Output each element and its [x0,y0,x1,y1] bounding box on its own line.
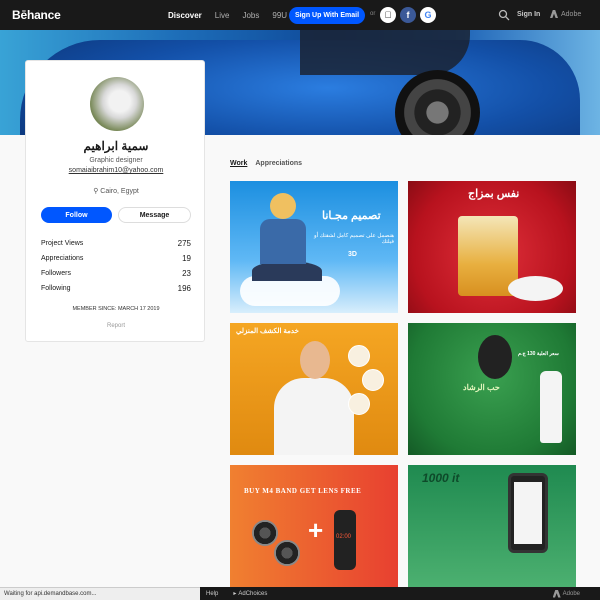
facebook-signin-button[interactable]: f [400,7,416,23]
project-heading: خدمة الكشف المنزلي [236,328,299,335]
project-price: سعر العلبة 130 ج.م [518,351,559,357]
google-signin-button[interactable]: G [420,7,436,23]
search-icon[interactable] [498,9,510,21]
profile-name: سمية ابراهيم [83,139,149,153]
profile-email-link[interactable]: somaiaibrahim10@yahoo.com [26,167,206,174]
tab-appreciations[interactable]: Appreciations [255,160,302,167]
doctor-coat-graphic [274,378,354,455]
signin-link[interactable]: Sign In [517,11,540,18]
city-graphic [252,261,322,281]
watch-time: 02:00 [336,534,352,540]
organ-icon [362,369,384,391]
adobe-icon [552,589,561,598]
project-heading: حب الرشاد [463,383,500,392]
project-card[interactable]: حب الرشاد سعر العلبة 130 ج.م [408,323,576,455]
project-subtext: هنصمل على تصميم كامل لشقتك أو فيلتك [313,233,394,245]
profile-title: Graphic designer [89,157,143,164]
profile-location: ⚲ Cairo, Egypt [26,187,206,195]
project-heading: 1000 it [422,471,460,485]
stat-label: Followers [41,270,71,277]
adchoices-icon: ▸ [233,591,237,597]
avatar[interactable] [90,77,144,131]
google-icon: G [424,10,432,20]
stat-project-views: Project Views 275 [41,236,191,251]
stat-value: 196 [177,284,191,293]
adobe-icon [550,10,558,18]
follow-button[interactable]: Follow [41,207,112,223]
plus-graphic: + [308,515,324,545]
page-footer: Help ▸ AdChoices Adobe [200,587,600,600]
signup-email-button[interactable]: Sign Up With Email [289,7,365,24]
stat-value: 19 [182,254,191,263]
lens-graphic [274,540,300,566]
or-label: or [370,11,376,17]
project-card[interactable]: نفس بمزاج [408,181,576,313]
banner-car-window [300,30,470,75]
project-heading: BUY M4 BAND GET LENS FREE [244,487,362,495]
profile-stats: Project Views 275 Appreciations 19 Follo… [41,236,191,296]
project-card[interactable]: تصميم مجـانا هنصمل على تصميم كامل لشقتك … [230,181,398,313]
organ-icon [348,345,370,367]
worker-graphic [260,219,306,264]
location-pin-icon: ⚲ [93,188,99,195]
stat-appreciations: Appreciations 19 [41,251,191,266]
smartwatch-graphic: 02:00 [334,510,356,570]
phone-screen-graphic [514,482,542,544]
nav-links: Discover Live Jobs 99U [168,0,300,30]
bottle-graphic [540,371,562,443]
worker-helmet-graphic [270,193,296,219]
tab-work[interactable]: Work [230,160,247,167]
project-heading: نفس بمزاج [468,188,520,200]
project-card[interactable]: خدمة الكشف المنزلي [230,323,398,455]
footer-adchoices-link[interactable]: ▸ AdChoices [233,590,268,598]
footer-adobe-link[interactable]: Adobe [552,589,580,598]
stat-label: Following [41,285,71,292]
nav-link-discover[interactable]: Discover [168,11,202,20]
nav-link-live[interactable]: Live [215,11,230,20]
location-text: Cairo, Egypt [100,188,139,195]
phone-graphic [508,473,548,553]
adobe-label: Adobe [561,10,582,18]
report-link[interactable]: Report [26,323,206,329]
stat-following[interactable]: Following 196 [41,281,191,296]
adobe-link[interactable]: Adobe [550,10,581,18]
member-since: MEMBER SINCE: MARCH 17 2019 [72,306,160,312]
stat-label: Appreciations [41,255,84,262]
nav-link-jobs[interactable]: Jobs [242,11,259,20]
stat-followers[interactable]: Followers 23 [41,266,191,281]
stat-value: 23 [182,269,191,278]
facebook-icon: f [406,10,410,20]
lens-graphic [252,520,278,546]
message-button[interactable]: Message [118,207,191,223]
browser-status-bar: Waiting for api.demandbase.com... [0,587,200,600]
adchoices-label: AdChoices [238,590,268,597]
nav-link-99u[interactable]: 99U [272,11,287,20]
organ-icon [348,393,370,415]
top-nav: Bēhance Discover Live Jobs 99U Sign Up W… [0,0,600,30]
woman-portrait-graphic [478,335,512,379]
doctor-graphic [300,341,330,379]
profile-card: سمية ابراهيم Graphic designer somaiaibra… [25,60,205,342]
apple-signin-button[interactable]:  [380,7,396,23]
project-heading: تصميم مجـانا [322,210,381,222]
project-card[interactable]: 1000 it [408,465,576,587]
stat-value: 275 [177,239,191,248]
behance-logo[interactable]: Bēhance [12,8,61,22]
footer-adobe-label: Adobe [562,590,580,597]
profile-tabs: Work Appreciations [230,160,302,167]
project-tag: 3D [348,251,357,258]
project-card[interactable]: BUY M4 BAND GET LENS FREE + 02:00 [230,465,398,587]
footer-help-link[interactable]: Help [206,591,218,597]
apple-icon:  [385,10,392,20]
chips-bowl-graphic [508,276,563,301]
stat-label: Project Views [41,240,84,247]
